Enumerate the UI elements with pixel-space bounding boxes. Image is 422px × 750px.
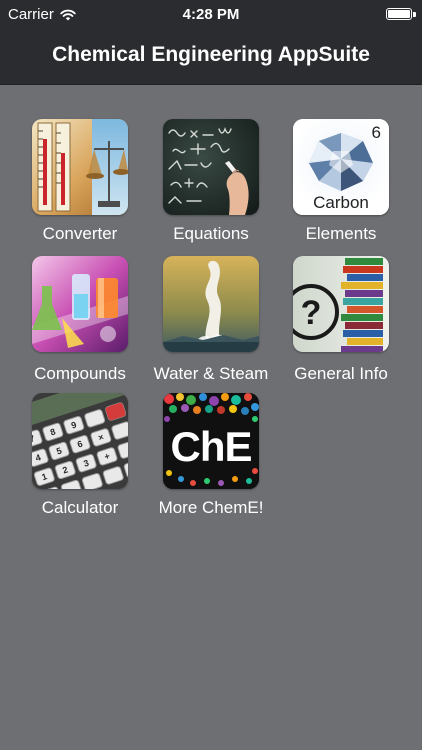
app-label-converter: Converter bbox=[42, 224, 118, 243]
app-water-steam[interactable]: Water & Steam bbox=[146, 256, 276, 384]
nav-bar: Chemical Engineering AppSuite bbox=[0, 30, 422, 85]
svg-text:?: ? bbox=[301, 294, 322, 332]
battery-level bbox=[388, 10, 410, 18]
che-logo-text: ChE bbox=[170, 423, 253, 470]
app-general-info[interactable]: ? General Info bbox=[276, 256, 406, 384]
battery-tip bbox=[413, 12, 416, 17]
clock: 4:28 PM bbox=[182, 6, 240, 23]
page-title: Chemical Engineering AppSuite bbox=[52, 43, 370, 66]
app-label-elements: Elements bbox=[305, 224, 377, 243]
lab-glassware-icon[interactable] bbox=[32, 256, 128, 352]
app-label-more-cheme: More ChemE! bbox=[158, 498, 264, 517]
element-name: Carbon bbox=[313, 193, 369, 212]
app-more-cheme[interactable]: ChE More ChemE! bbox=[146, 393, 276, 518]
app-label-general-info: General Info bbox=[294, 364, 388, 383]
app-label-water-steam: Water & Steam bbox=[153, 364, 269, 383]
status-bar: Carrier 4:28 PM bbox=[0, 0, 422, 30]
calculator-keys-icon[interactable]: 789 456 123 0×+ bbox=[32, 393, 128, 489]
app-converter[interactable]: Converter bbox=[15, 119, 145, 244]
app-elements[interactable]: 6 Carbon Elements bbox=[276, 119, 406, 244]
thermometer-scale-icon[interactable] bbox=[32, 119, 128, 215]
app-label-equations: Equations bbox=[173, 224, 249, 243]
diamond-carbon-icon[interactable]: 6 Carbon bbox=[293, 119, 389, 215]
app-label-compounds: Compounds bbox=[34, 364, 126, 383]
question-books-icon[interactable]: ? bbox=[293, 256, 389, 352]
app-equations[interactable]: Equations bbox=[146, 119, 276, 244]
app-compounds[interactable]: Compounds bbox=[15, 256, 145, 384]
battery-icon bbox=[386, 8, 412, 20]
app-calculator[interactable]: 789 456 123 0×+ Calculator bbox=[15, 393, 145, 518]
element-number: 6 bbox=[371, 123, 381, 142]
che-logo-icon[interactable]: ChE bbox=[163, 393, 259, 489]
app-label-calculator: Calculator bbox=[41, 498, 119, 517]
chalkboard-equations-icon[interactable] bbox=[163, 119, 259, 215]
steam-geyser-icon[interactable] bbox=[163, 256, 259, 352]
